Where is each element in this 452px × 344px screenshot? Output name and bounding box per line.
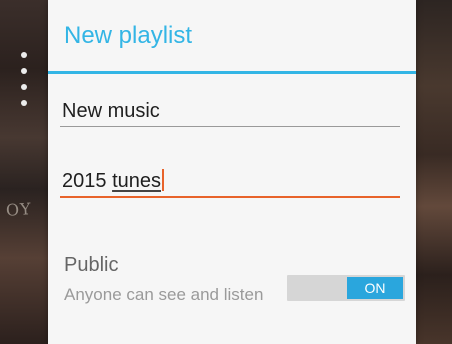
playlist-description-field[interactable]: 2015 tunes xyxy=(60,168,400,198)
toggle-on-thumb: ON xyxy=(347,277,403,299)
text-cursor xyxy=(162,169,164,191)
dot xyxy=(21,100,27,106)
playlist-description-input[interactable]: 2015 tunes xyxy=(60,168,400,194)
title-divider xyxy=(48,71,416,74)
playlist-name-input[interactable]: New music xyxy=(60,98,400,124)
description-word: 2015 xyxy=(62,170,107,192)
new-playlist-dialog: New playlist New music 2015 tunes Public… xyxy=(48,0,416,344)
background-text: OY xyxy=(5,199,33,220)
description-field-underline-focused xyxy=(60,196,400,198)
dot xyxy=(21,84,27,90)
overflow-menu-icon xyxy=(21,52,29,116)
playlist-name-field[interactable]: New music xyxy=(60,98,400,127)
description-word-spellcheck: tunes xyxy=(112,170,161,192)
dot xyxy=(21,52,27,58)
background-right-strip xyxy=(416,0,452,344)
name-field-underline xyxy=(60,126,400,127)
dialog-title: New playlist xyxy=(64,22,193,49)
public-description: Anyone can see and listen xyxy=(64,285,264,304)
public-toggle-switch[interactable]: ON xyxy=(287,275,405,301)
dot xyxy=(21,68,27,74)
public-label: Public xyxy=(64,254,119,276)
